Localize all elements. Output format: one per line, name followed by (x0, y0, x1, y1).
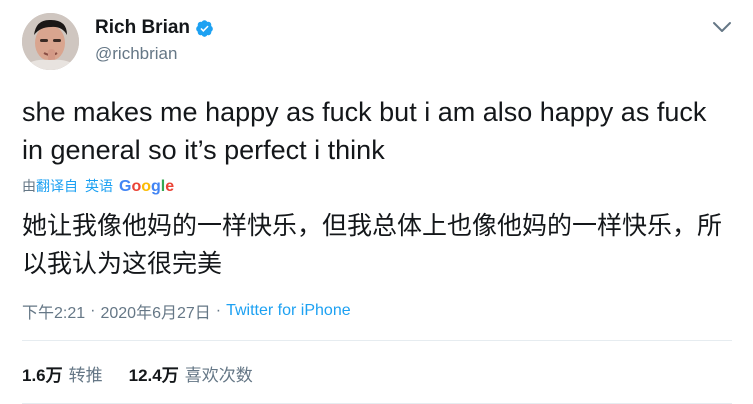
tweet-source-link[interactable]: Twitter for iPhone (226, 302, 351, 320)
like-label: 喜欢次数 (184, 365, 253, 385)
translated-text: 她让我像他妈的一样快乐，但我总体上也像他妈的一样快乐，所以我认为这很完美 (22, 212, 723, 278)
google-logo: Google (119, 178, 174, 195)
avatar-photo-icon (22, 13, 79, 70)
tweet-date[interactable]: 2020年6月27日 (100, 299, 210, 323)
author-name-row[interactable]: Rich Brian (95, 17, 214, 39)
divider (22, 340, 732, 341)
meta-separator: · (90, 302, 96, 319)
retweet-label: 转推 (68, 365, 103, 385)
tweet-card: Rich Brian @richbrian she makes me happy… (0, 0, 753, 404)
translation-attribution: 由 翻译自 英语 Google (22, 176, 181, 196)
like-count: 12.4万 (128, 365, 179, 385)
tweet-stats: 1.6万 转推 12.4万 喜欢次数 (22, 361, 253, 386)
translate-link[interactable]: 翻译自 (36, 176, 78, 196)
source-language[interactable]: 英语 (85, 176, 113, 196)
translation-prefix: 由 (22, 178, 36, 194)
verified-badge-icon (196, 19, 213, 37)
tweet-text: she makes me happy as fuck but i am also… (22, 97, 707, 165)
tweet-meta: 下午2:21 · 2020年6月27日 · Twitter for iPhone (22, 300, 351, 322)
chevron-down-icon[interactable] (712, 20, 732, 34)
svg-text:Google: Google (119, 178, 174, 195)
author-handle[interactable]: @richbrian (95, 44, 177, 64)
avatar[interactable] (22, 13, 79, 70)
retweets-stat[interactable]: 1.6万 转推 (22, 361, 103, 386)
retweet-count: 1.6万 (22, 365, 63, 385)
meta-separator: · (215, 302, 222, 319)
tweet-time[interactable]: 下午2:21 (22, 299, 85, 323)
likes-stat[interactable]: 12.4万 喜欢次数 (129, 361, 253, 386)
author-display-name[interactable]: Rich Brian (95, 17, 190, 39)
